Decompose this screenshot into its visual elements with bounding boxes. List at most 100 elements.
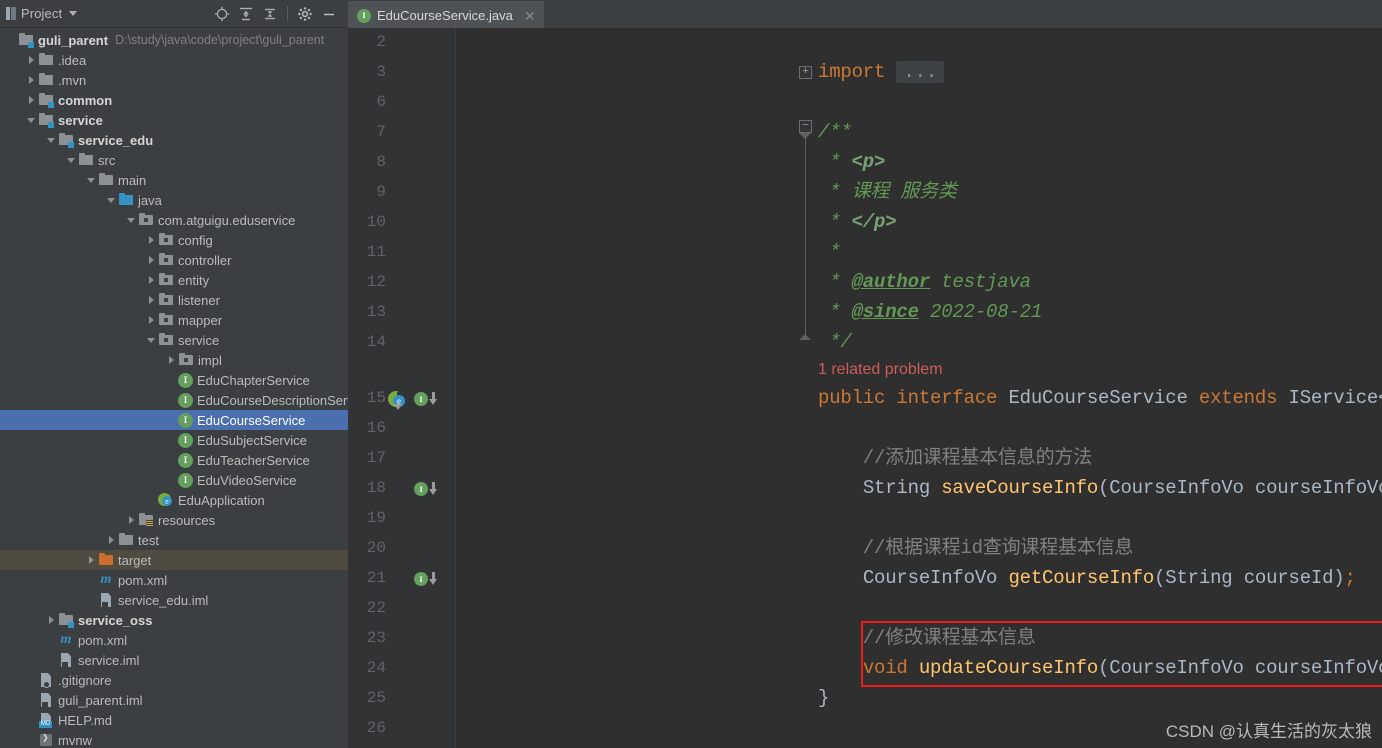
- chevron-down-icon[interactable]: [144, 330, 158, 350]
- tree-node-service-edu-iml[interactable]: service_edu.iml: [0, 590, 348, 610]
- chevron-right-icon[interactable]: [84, 550, 98, 570]
- tree-node-guli-parent-iml[interactable]: guli_parent.iml: [0, 690, 348, 710]
- chevron-right-icon[interactable]: [124, 510, 138, 530]
- tree-node-service-edu[interactable]: service_edu: [0, 130, 348, 150]
- tree-node-entity[interactable]: entity: [0, 270, 348, 290]
- code-line[interactable]: * 课程 服务类: [818, 182, 957, 202]
- gear-icon[interactable]: [293, 2, 317, 26]
- code-line[interactable]: public interface EduCourseService extend…: [818, 388, 1382, 408]
- project-panel-title[interactable]: Project: [21, 6, 62, 21]
- chevron-right-icon[interactable]: [144, 310, 158, 330]
- code-line[interactable]: //添加课程基本信息的方法: [818, 448, 1092, 468]
- locate-file-icon[interactable]: [210, 2, 234, 26]
- tree-node-eduapplication[interactable]: e EduApplication: [0, 490, 348, 510]
- code-line[interactable]: //根据课程id查询课程基本信息: [818, 538, 1134, 558]
- chevron-right-icon[interactable]: [144, 290, 158, 310]
- chevron-right-icon[interactable]: [24, 50, 38, 70]
- tree-node-service-iml[interactable]: service.iml: [0, 650, 348, 670]
- tree-node-label: pom.xml: [78, 632, 128, 648]
- tree-node-pom-xml[interactable]: m pom.xml: [0, 630, 348, 650]
- tree-node-service-oss[interactable]: service_oss: [0, 610, 348, 630]
- code-editor[interactable]: 2 3 6 7 8 9 10 11 12 13 14 15 16 17 18 19 20 21 22 23 24 25 26…: [348, 28, 1382, 748]
- chevron-right-icon[interactable]: [104, 530, 118, 550]
- tree-node-service[interactable]: service: [0, 330, 348, 350]
- chevron-down-icon[interactable]: [124, 210, 138, 230]
- code-line[interactable]: */: [818, 332, 852, 352]
- tree-node-educhapterservice[interactable]: I EduChapterService: [0, 370, 348, 390]
- folded-import-placeholder[interactable]: ...: [896, 61, 945, 83]
- code-line[interactable]: * @author testjava: [818, 272, 1031, 292]
- tree-node-target[interactable]: target: [0, 550, 348, 570]
- expand-all-icon[interactable]: [234, 2, 258, 26]
- iml-file-icon: [58, 652, 74, 668]
- tree-node-impl[interactable]: impl: [0, 350, 348, 370]
- code-line[interactable]: * @since 2022-08-21: [818, 302, 1042, 322]
- tree-node-main[interactable]: main: [0, 170, 348, 190]
- code-line[interactable]: * </p>: [818, 212, 896, 232]
- code-line[interactable]: import ...: [818, 61, 945, 83]
- chevron-down-icon[interactable]: [44, 130, 58, 150]
- code-line[interactable]: *: [818, 242, 840, 262]
- editor-tab-bar: I EduCourseService.java ✕: [348, 0, 1382, 28]
- code-surface[interactable]: 1 related problem import ... /** * <p> * 课…: [348, 28, 1382, 748]
- chevron-right-icon[interactable]: [24, 70, 38, 90]
- tree-node-resources[interactable]: resources: [0, 510, 348, 530]
- tree-node-mvn[interactable]: .mvn: [0, 70, 348, 90]
- tree-node-idea[interactable]: .idea: [0, 50, 348, 70]
- code-line[interactable]: * <p>: [818, 152, 885, 172]
- chevron-right-icon[interactable]: [144, 270, 158, 290]
- code-line[interactable]: String saveCourseInfo(CourseInfoVo cours…: [818, 478, 1382, 498]
- code-token: public interface: [818, 387, 1009, 409]
- folder-icon: [78, 152, 94, 168]
- project-tree[interactable]: guli_parent D:\study\java\code\project\gu…: [0, 28, 348, 748]
- code-line[interactable]: void updateCourseInfo(CourseInfoVo cours…: [818, 658, 1382, 678]
- tree-node-mapper[interactable]: mapper: [0, 310, 348, 330]
- tree-node-test[interactable]: test: [0, 530, 348, 550]
- tree-node-listener[interactable]: listener: [0, 290, 348, 310]
- chevron-right-icon[interactable]: [164, 350, 178, 370]
- code-line[interactable]: CourseInfoVo getCourseInfo(String course…: [818, 568, 1356, 588]
- chevron-down-icon[interactable]: [84, 170, 98, 190]
- tree-node-common[interactable]: common: [0, 90, 348, 110]
- tree-node-pom-xml[interactable]: m pom.xml: [0, 570, 348, 590]
- collapse-all-icon[interactable]: [258, 2, 282, 26]
- related-problem-hint[interactable]: 1 related problem: [818, 361, 943, 379]
- tree-node-label: service: [58, 112, 103, 128]
- tree-node-java[interactable]: java: [0, 190, 348, 210]
- chevron-right-icon[interactable]: [44, 610, 58, 630]
- tree-node-com-atguigu-eduservice[interactable]: com.atguigu.eduservice: [0, 210, 348, 230]
- chevron-down-icon[interactable]: [104, 190, 118, 210]
- folder-icon: [118, 532, 134, 548]
- tree-node-educourseservice[interactable]: I EduCourseService: [0, 410, 348, 430]
- tree-node-help-md[interactable]: MD HELP.md: [0, 710, 348, 730]
- tree-node-src[interactable]: src: [0, 150, 348, 170]
- tree-node-config[interactable]: config: [0, 230, 348, 250]
- tree-node-controller[interactable]: controller: [0, 250, 348, 270]
- chevron-right-icon[interactable]: [144, 250, 158, 270]
- tree-node-service[interactable]: service: [0, 110, 348, 130]
- tree-node-edusubjectservice[interactable]: I EduSubjectService: [0, 430, 348, 450]
- tree-node-educoursedescriptionservice[interactable]: IEduCourseDescriptionService: [0, 390, 348, 410]
- code-line[interactable]: /**: [818, 122, 852, 142]
- fold-collapse-icon[interactable]: −: [799, 120, 812, 133]
- tree-node-label: EduVideoService: [197, 472, 297, 488]
- chevron-right-icon[interactable]: [24, 90, 38, 110]
- tree-node-mvnw[interactable]: mvnw: [0, 730, 348, 748]
- tree-node-gitignore[interactable]: .gitignore: [0, 670, 348, 690]
- chevron-down-icon[interactable]: [69, 11, 78, 16]
- minimize-icon[interactable]: [317, 2, 341, 26]
- project-view-icon: [4, 6, 18, 21]
- tree-node-eduteacherservice[interactable]: I EduTeacherService: [0, 450, 348, 470]
- code-line[interactable]: //修改课程基本信息: [818, 628, 1036, 648]
- editor-tab-educourseservice[interactable]: I EduCourseService.java ✕: [348, 1, 544, 28]
- chevron-right-icon[interactable]: [144, 230, 158, 250]
- chevron-down-icon[interactable]: [24, 110, 38, 130]
- chevron-down-icon[interactable]: [64, 150, 78, 170]
- source-folder-icon: [118, 192, 134, 208]
- tree-node-guli-parent[interactable]: guli_parent D:\study\java\code\project\gu…: [0, 30, 348, 50]
- fold-expand-icon[interactable]: +: [799, 66, 812, 79]
- code-line[interactable]: }: [818, 688, 829, 708]
- close-icon[interactable]: ✕: [524, 9, 536, 23]
- tree-node-eduvideoservice[interactable]: I EduVideoService: [0, 470, 348, 490]
